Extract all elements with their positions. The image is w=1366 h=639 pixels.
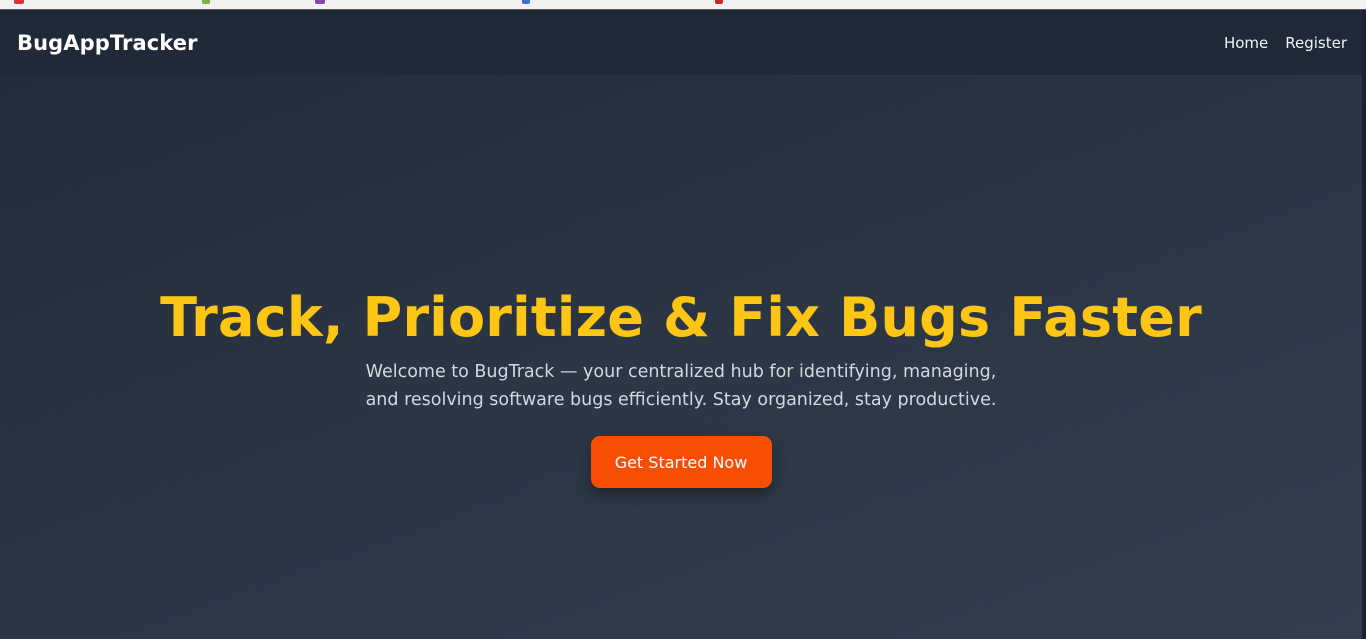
nav-link-home[interactable]: Home [1224, 34, 1268, 52]
browser-bookmarks-strip [0, 0, 1366, 10]
page-content: BugAppTracker Home Register Track, Prior… [0, 10, 1362, 639]
get-started-button[interactable]: Get Started Now [590, 436, 772, 488]
hero-description: Welcome to BugTrack — your centralized h… [365, 362, 997, 410]
hero-section: Track, Prioritize & Fix Bugs Faster Welc… [0, 75, 1362, 639]
page-scrollbar[interactable] [1362, 10, 1366, 639]
bookmark-favicon-red[interactable] [14, 0, 24, 4]
nav-link-register[interactable]: Register [1285, 34, 1347, 52]
bookmark-favicon-blue[interactable] [522, 0, 530, 4]
brand-logo[interactable]: BugAppTracker [17, 31, 198, 55]
nav-links: Home Register [1224, 34, 1347, 52]
top-navbar: BugAppTracker Home Register [0, 10, 1362, 75]
hero-title: Track, Prioritize & Fix Bugs Faster [160, 286, 1202, 349]
bookmark-favicon-green[interactable] [202, 0, 210, 4]
bookmark-favicon-red-2[interactable] [715, 0, 723, 4]
bookmark-favicon-purple[interactable] [315, 0, 325, 4]
